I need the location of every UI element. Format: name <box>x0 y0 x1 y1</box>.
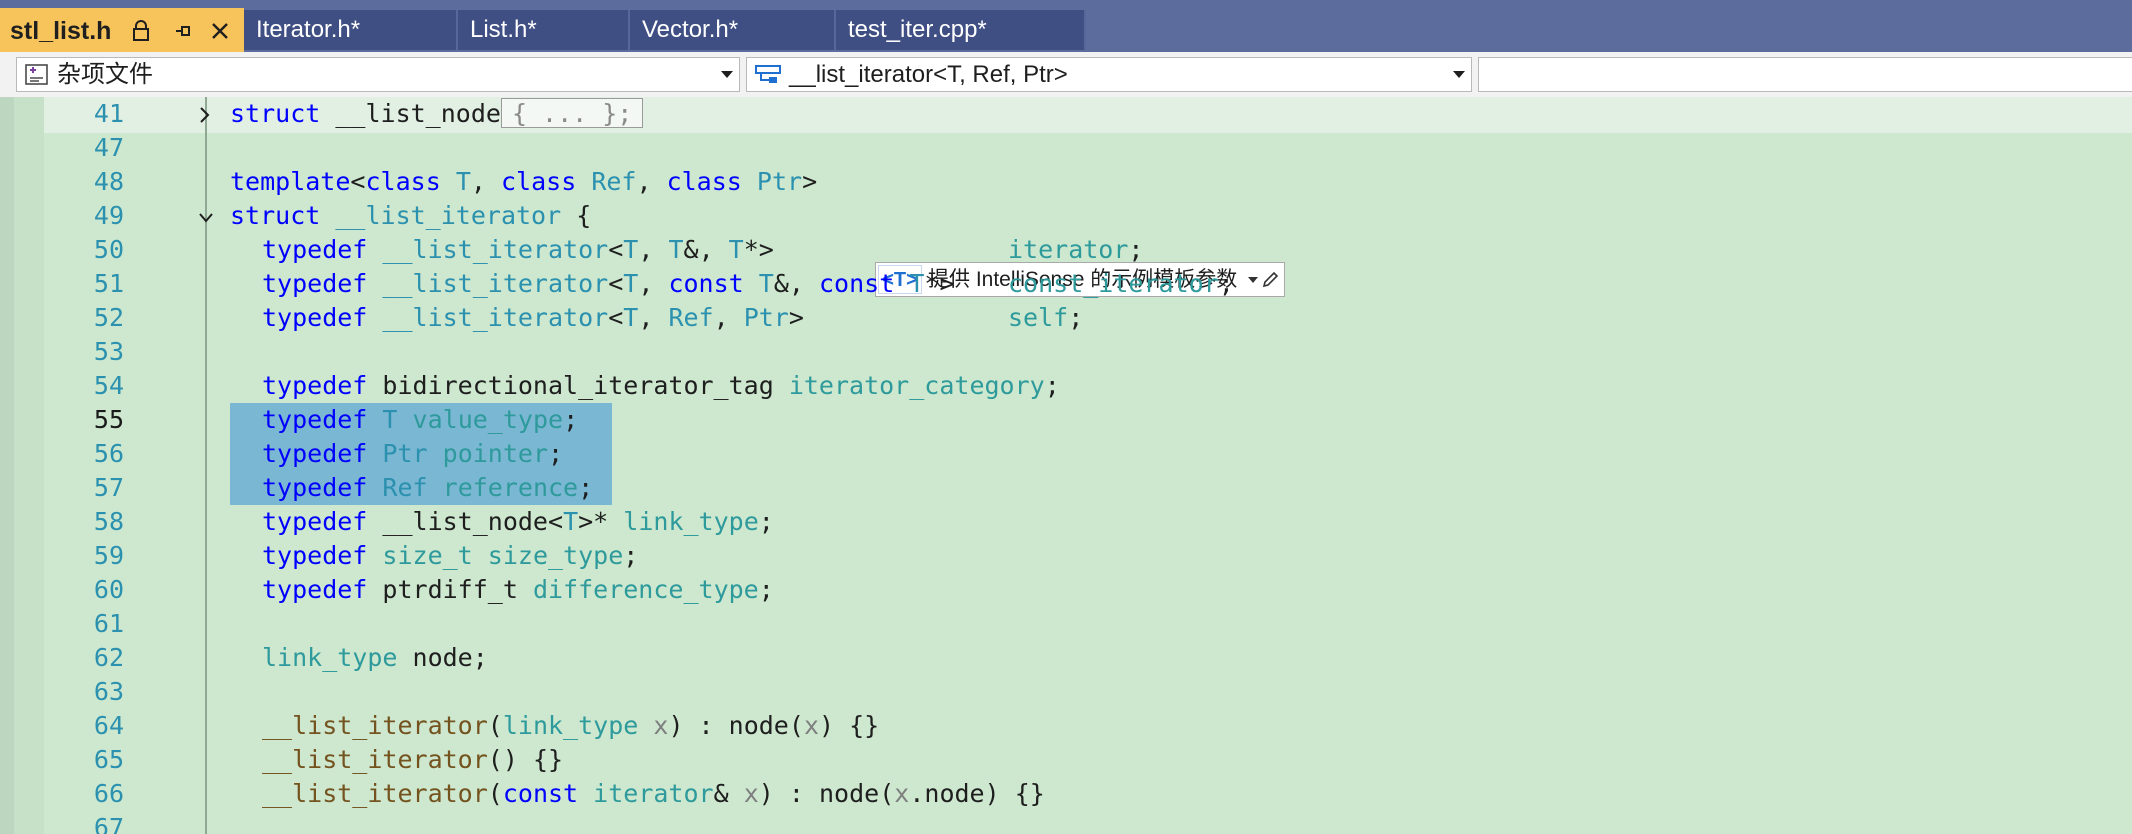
line-number: 65 <box>93 745 124 774</box>
code-text: link_type node; <box>262 643 488 672</box>
ide-window: stl_list.h Iterator.h* List.h* Vector.h*… <box>0 0 2132 834</box>
struct-icon <box>755 65 781 89</box>
code-text: typedef size_t size_type; <box>262 541 639 570</box>
line-number: 47 <box>93 133 124 162</box>
tab-vector-h[interactable]: Vector.h* <box>630 10 836 50</box>
pin-icon[interactable] <box>174 21 194 45</box>
tab-label: test_iter.cpp* <box>848 16 987 43</box>
line-number: 62 <box>93 643 124 672</box>
line-number: 51 <box>93 269 124 298</box>
code-line: 62 link_type node; <box>0 641 2132 675</box>
code-line: 65 __list_iterator() {} <box>0 743 2132 777</box>
code-text: typedef __list_node<T>* link_type; <box>262 507 774 536</box>
member-dropdown[interactable] <box>1478 57 2132 92</box>
code-editor[interactable]: 41 struct __list_node{ ... }; 47 48 temp… <box>0 97 2132 834</box>
code-line: 52 typedef __list_iterator<T, Ref, Ptr> … <box>0 301 2132 335</box>
code-text: typedef Ref reference; <box>262 473 594 502</box>
code-text: typedef ptrdiff_t difference_type; <box>262 575 774 604</box>
code-line: 56 typedef Ptr pointer; <box>0 437 2132 471</box>
code-text: __list_iterator(link_type x) : node(x) {… <box>262 711 880 740</box>
code-text: typedef __list_iterator<T, T&, T*> <box>262 235 774 264</box>
code-line: 59 typedef size_t size_type; <box>0 539 2132 573</box>
line-number: 49 <box>93 201 124 230</box>
line-number: 52 <box>93 303 124 332</box>
code-line: 60 typedef ptrdiff_t difference_type; <box>0 573 2132 607</box>
code-text: typedef T value_type; <box>262 405 579 434</box>
code-text: self; <box>1008 303 1084 332</box>
code-line: 54 typedef bidirectional_iterator_tag it… <box>0 369 2132 403</box>
code-text: typedef Ptr pointer; <box>262 439 564 468</box>
document-tab-strip: stl_list.h Iterator.h* List.h* Vector.h*… <box>0 0 2132 52</box>
code-text: typedef bidirectional_iterator_tag itera… <box>262 371 1060 400</box>
code-text: typedef __list_iterator<T, Ref, Ptr> <box>262 303 804 332</box>
line-number: 58 <box>93 507 124 536</box>
line-number: 41 <box>93 99 124 128</box>
code-line: 55 typedef T value_type; <box>0 403 2132 437</box>
tab-label: Iterator.h* <box>256 16 361 43</box>
line-number: 64 <box>93 711 124 740</box>
misc-files-icon <box>25 64 49 90</box>
code-text: typedef __list_iterator<T, const T&, con… <box>262 269 955 298</box>
line-number: 54 <box>93 371 124 400</box>
tab-test-iter-cpp[interactable]: test_iter.cpp* <box>836 10 1086 50</box>
line-number: 55 <box>93 405 124 434</box>
code-line: 58 typedef __list_node<T>* link_type; <box>0 505 2132 539</box>
line-number: 57 <box>93 473 124 502</box>
line-number: 60 <box>93 575 124 604</box>
code-line: 51 typedef __list_iterator<T, const T&, … <box>0 267 2132 301</box>
code-text: __list_iterator(const iterator& x) : nod… <box>262 779 1045 808</box>
code-line: 63 <box>0 675 2132 709</box>
code-text: struct __list_iterator { <box>230 201 592 230</box>
line-number: 53 <box>93 337 124 366</box>
line-number: 48 <box>93 167 124 196</box>
code-line: 67 <box>0 811 2132 834</box>
tab-label: Vector.h* <box>642 16 739 43</box>
code-text: const_iterator; <box>1008 269 1234 298</box>
code-line: 49 struct __list_iterator { <box>0 199 2132 233</box>
scope-dropdown[interactable]: 杂项文件 <box>16 57 740 92</box>
code-text: struct __list_node{ ... }; <box>230 97 644 131</box>
tab-stl-list-h[interactable]: stl_list.h <box>0 8 244 52</box>
chevron-down-icon <box>1453 71 1465 78</box>
code-text: template<class T, class Ref, class Ptr> <box>230 167 818 196</box>
code-line: 53 <box>0 335 2132 369</box>
tab-iterator-h[interactable]: Iterator.h* <box>244 10 458 50</box>
code-text: iterator; <box>1008 235 1144 264</box>
code-text: __list_iterator() {} <box>262 745 564 774</box>
line-number: 56 <box>93 439 124 468</box>
tab-list-h[interactable]: List.h* <box>458 10 630 50</box>
code-line: 41 struct __list_node{ ... }; <box>0 97 2132 131</box>
line-number: 50 <box>93 235 124 264</box>
code-line: 57 typedef Ref reference; <box>0 471 2132 505</box>
tab-label: List.h* <box>470 16 537 43</box>
line-number: 67 <box>93 813 124 834</box>
code-line: 48 template<class T, class Ref, class Pt… <box>0 165 2132 199</box>
scope-dropdown-value: 杂项文件 <box>57 61 153 88</box>
tab-label: stl_list.h <box>10 17 112 45</box>
collapsed-region[interactable]: { ... }; <box>500 98 644 128</box>
chevron-down-icon <box>721 71 733 78</box>
type-dropdown-value: __list_iterator<T, Ref, Ptr> <box>789 61 1068 88</box>
code-line: 64 __list_iterator(link_type x) : node(x… <box>0 709 2132 743</box>
navigation-bar: 杂项文件 __list_iterator<T, Ref, Ptr> <box>0 52 2132 98</box>
code-line: 61 <box>0 607 2132 641</box>
line-number: 61 <box>93 609 124 638</box>
code-line: 47 <box>0 131 2132 165</box>
line-number: 59 <box>93 541 124 570</box>
line-number: 63 <box>93 677 124 706</box>
lock-icon <box>132 20 150 46</box>
code-line: 50 typedef __list_iterator<T, T&, T*> it… <box>0 233 2132 267</box>
type-dropdown[interactable]: __list_iterator<T, Ref, Ptr> <box>746 57 1472 92</box>
code-line: 66 __list_iterator(const iterator& x) : … <box>0 777 2132 811</box>
close-icon[interactable] <box>210 21 230 45</box>
line-number: 66 <box>93 779 124 808</box>
